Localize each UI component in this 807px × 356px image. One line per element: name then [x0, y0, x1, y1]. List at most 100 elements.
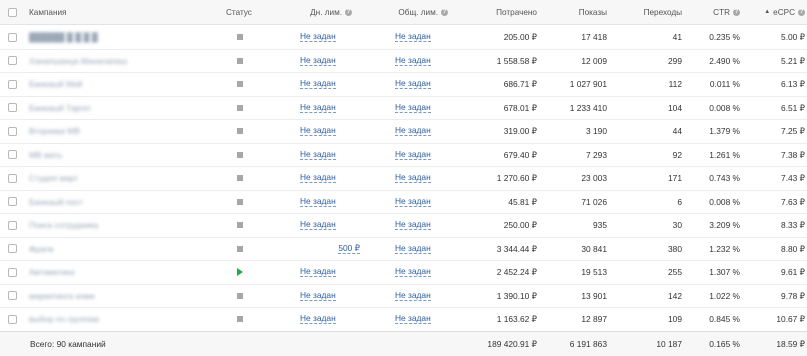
campaign-name[interactable]: маркетинга номе: [29, 285, 219, 308]
day-limit-link[interactable]: Не задан: [300, 290, 336, 301]
spent-value: 319.00 ₽: [503, 126, 537, 137]
day-limit-link[interactable]: Не задан: [300, 102, 336, 113]
header-total-limit[interactable]: Общ. лим.?: [385, 0, 448, 24]
header-day-limit[interactable]: Дн. лим.?: [280, 0, 352, 24]
campaign-name[interactable]: МВ мать: [29, 144, 219, 167]
campaign-status[interactable]: [237, 73, 245, 96]
campaign-name[interactable]: Банкашй Мий: [29, 73, 219, 96]
table-row[interactable]: Банкашй пост Не задан Не задан 45.81 ₽ 71 02…: [0, 190, 807, 214]
day-limit-link[interactable]: Не задан: [300, 55, 336, 66]
campaign-name[interactable]: Автоматика: [29, 261, 219, 284]
campaign-status[interactable]: [237, 214, 245, 237]
help-icon[interactable]: ?: [733, 8, 740, 16]
total-limit-link[interactable]: Не задан: [395, 219, 431, 231]
campaign-status[interactable]: [237, 26, 245, 49]
total-limit-link[interactable]: Не задан: [395, 125, 431, 137]
table-row[interactable]: Банкашй Таргет Не задан Не задан 678.01 ₽ 1 …: [0, 96, 807, 120]
header-ctr[interactable]: CTR?: [690, 0, 740, 24]
campaign-name[interactable]: Ханапшанца Маналапаш: [29, 50, 219, 73]
campaign-name[interactable]: выбор по группам: [29, 308, 219, 331]
table-row[interactable]: ██████ █ █ █ █ Не задан Не задан 205.00 ₽ 17…: [0, 26, 807, 50]
total-limit-link[interactable]: Не задан: [395, 31, 431, 43]
row-checkbox[interactable]: [8, 238, 18, 261]
help-icon[interactable]: ?: [441, 8, 448, 16]
total-limit-link[interactable]: Не задан: [395, 313, 431, 325]
total-limit-link[interactable]: Не задан: [395, 196, 431, 207]
campaign-status[interactable]: [237, 308, 245, 331]
total-limit-link[interactable]: Не задан: [395, 149, 431, 160]
clicks-value: 104: [668, 102, 682, 113]
day-limit-link[interactable]: 500 ₽: [338, 243, 360, 254]
day-limit-link[interactable]: Не задан: [300, 172, 336, 184]
total-limit-link[interactable]: Не задан: [395, 55, 431, 66]
campaign-name[interactable]: Банкашй Таргет: [29, 97, 219, 120]
table-row[interactable]: Поиск сотрудника Не задан Не задан 250.00 ₽…: [0, 214, 807, 238]
total-limit-link[interactable]: Не задан: [395, 78, 431, 90]
table-row[interactable]: Автоматика Не задан Не задан 2 452.24 ₽ 19 5…: [0, 261, 807, 285]
table-row[interactable]: МВ мать Не задан Не задан 679.40 ₽ 7 293 92 1.…: [0, 143, 807, 167]
row-checkbox[interactable]: [8, 261, 18, 284]
table-row[interactable]: Ханапшанца Маналапаш Не задан Не задан 1 55…: [0, 49, 807, 73]
campaign-status[interactable]: [237, 120, 245, 143]
row-checkbox[interactable]: [8, 73, 18, 96]
day-limit-link[interactable]: Не задан: [300, 313, 336, 325]
day-limit-link[interactable]: Не задан: [300, 125, 336, 137]
campaign-name[interactable]: Студия март: [29, 167, 219, 190]
campaign-status[interactable]: [237, 261, 245, 284]
spent-value: 1 163.62 ₽: [496, 314, 537, 325]
campaign-status[interactable]: [237, 97, 245, 120]
campaign-name[interactable]: Вторники МВ: [29, 120, 219, 143]
campaign-status[interactable]: [237, 50, 245, 73]
total-limit-link[interactable]: Не задан: [395, 172, 431, 184]
header-status[interactable]: Статус: [226, 0, 256, 24]
header-campaign[interactable]: Кампания: [29, 0, 219, 24]
campaign-status[interactable]: [237, 191, 245, 214]
total-limit-link[interactable]: Не задан: [395, 266, 431, 278]
ecpc-value: 6.13 ₽: [781, 79, 805, 90]
row-checkbox[interactable]: [8, 308, 18, 331]
campaign-status[interactable]: [237, 167, 245, 190]
row-checkbox[interactable]: [8, 191, 18, 214]
campaign-name[interactable]: Банкашй пост: [29, 191, 219, 214]
row-checkbox[interactable]: [8, 97, 18, 120]
campaign-status[interactable]: [237, 144, 245, 167]
header-clicks[interactable]: Переходы: [620, 0, 682, 24]
stop-icon: [237, 198, 243, 205]
day-limit-link[interactable]: Не задан: [300, 196, 336, 207]
total-limit-link[interactable]: Не задан: [395, 243, 431, 254]
day-limit-link[interactable]: Не задан: [300, 149, 336, 160]
campaign-name[interactable]: Поиск сотрудника: [29, 214, 219, 237]
row-checkbox[interactable]: [8, 120, 18, 143]
row-checkbox[interactable]: [8, 26, 18, 49]
header-shows[interactable]: Показы: [545, 0, 607, 24]
table-row[interactable]: маркетинга номе Не задан Не задан 1 390.10 …: [0, 284, 807, 308]
day-limit-link[interactable]: Не задан: [300, 78, 336, 90]
help-icon[interactable]: ?: [798, 8, 805, 16]
ecpc-value: 7.63 ₽: [781, 196, 805, 207]
spent-value: 679.40 ₽: [503, 149, 537, 160]
header-ecpc[interactable]: ▲ eCPC?: [750, 0, 805, 24]
campaign-name[interactable]: Фрагм: [29, 238, 219, 261]
shows-value: 71 026: [581, 196, 607, 207]
table-row[interactable]: Вторники МВ Не задан Не задан 319.00 ₽ 3 190…: [0, 120, 807, 144]
total-limit-link[interactable]: Не задан: [395, 290, 431, 301]
row-checkbox[interactable]: [8, 50, 18, 73]
header-spent[interactable]: Потрачено: [455, 0, 537, 24]
row-checkbox[interactable]: [8, 167, 18, 190]
select-all-checkbox[interactable]: [8, 0, 18, 24]
table-row[interactable]: Студия март Не задан Не задан 1 270.60 ₽ 23 …: [0, 167, 807, 191]
day-limit-link[interactable]: Не задан: [300, 266, 336, 278]
day-limit-link[interactable]: Не задан: [300, 31, 336, 43]
table-row[interactable]: Фрагм 500 ₽ Не задан 3 344.44 ₽ 30 841 380 1.2…: [0, 237, 807, 261]
help-icon[interactable]: ?: [345, 8, 352, 16]
table-row[interactable]: выбор по группам Не задан Не задан 1 163.62…: [0, 308, 807, 332]
table-row[interactable]: Банкашй Мий Не задан Не задан 686.71 ₽ 1 027…: [0, 73, 807, 97]
campaign-name[interactable]: ██████ █ █ █ █: [29, 26, 219, 49]
campaign-status[interactable]: [237, 238, 245, 261]
row-checkbox[interactable]: [8, 214, 18, 237]
day-limit-link[interactable]: Не задан: [300, 219, 336, 231]
campaign-status[interactable]: [237, 285, 245, 308]
row-checkbox[interactable]: [8, 285, 18, 308]
row-checkbox[interactable]: [8, 144, 18, 167]
total-limit-link[interactable]: Не задан: [395, 102, 431, 113]
